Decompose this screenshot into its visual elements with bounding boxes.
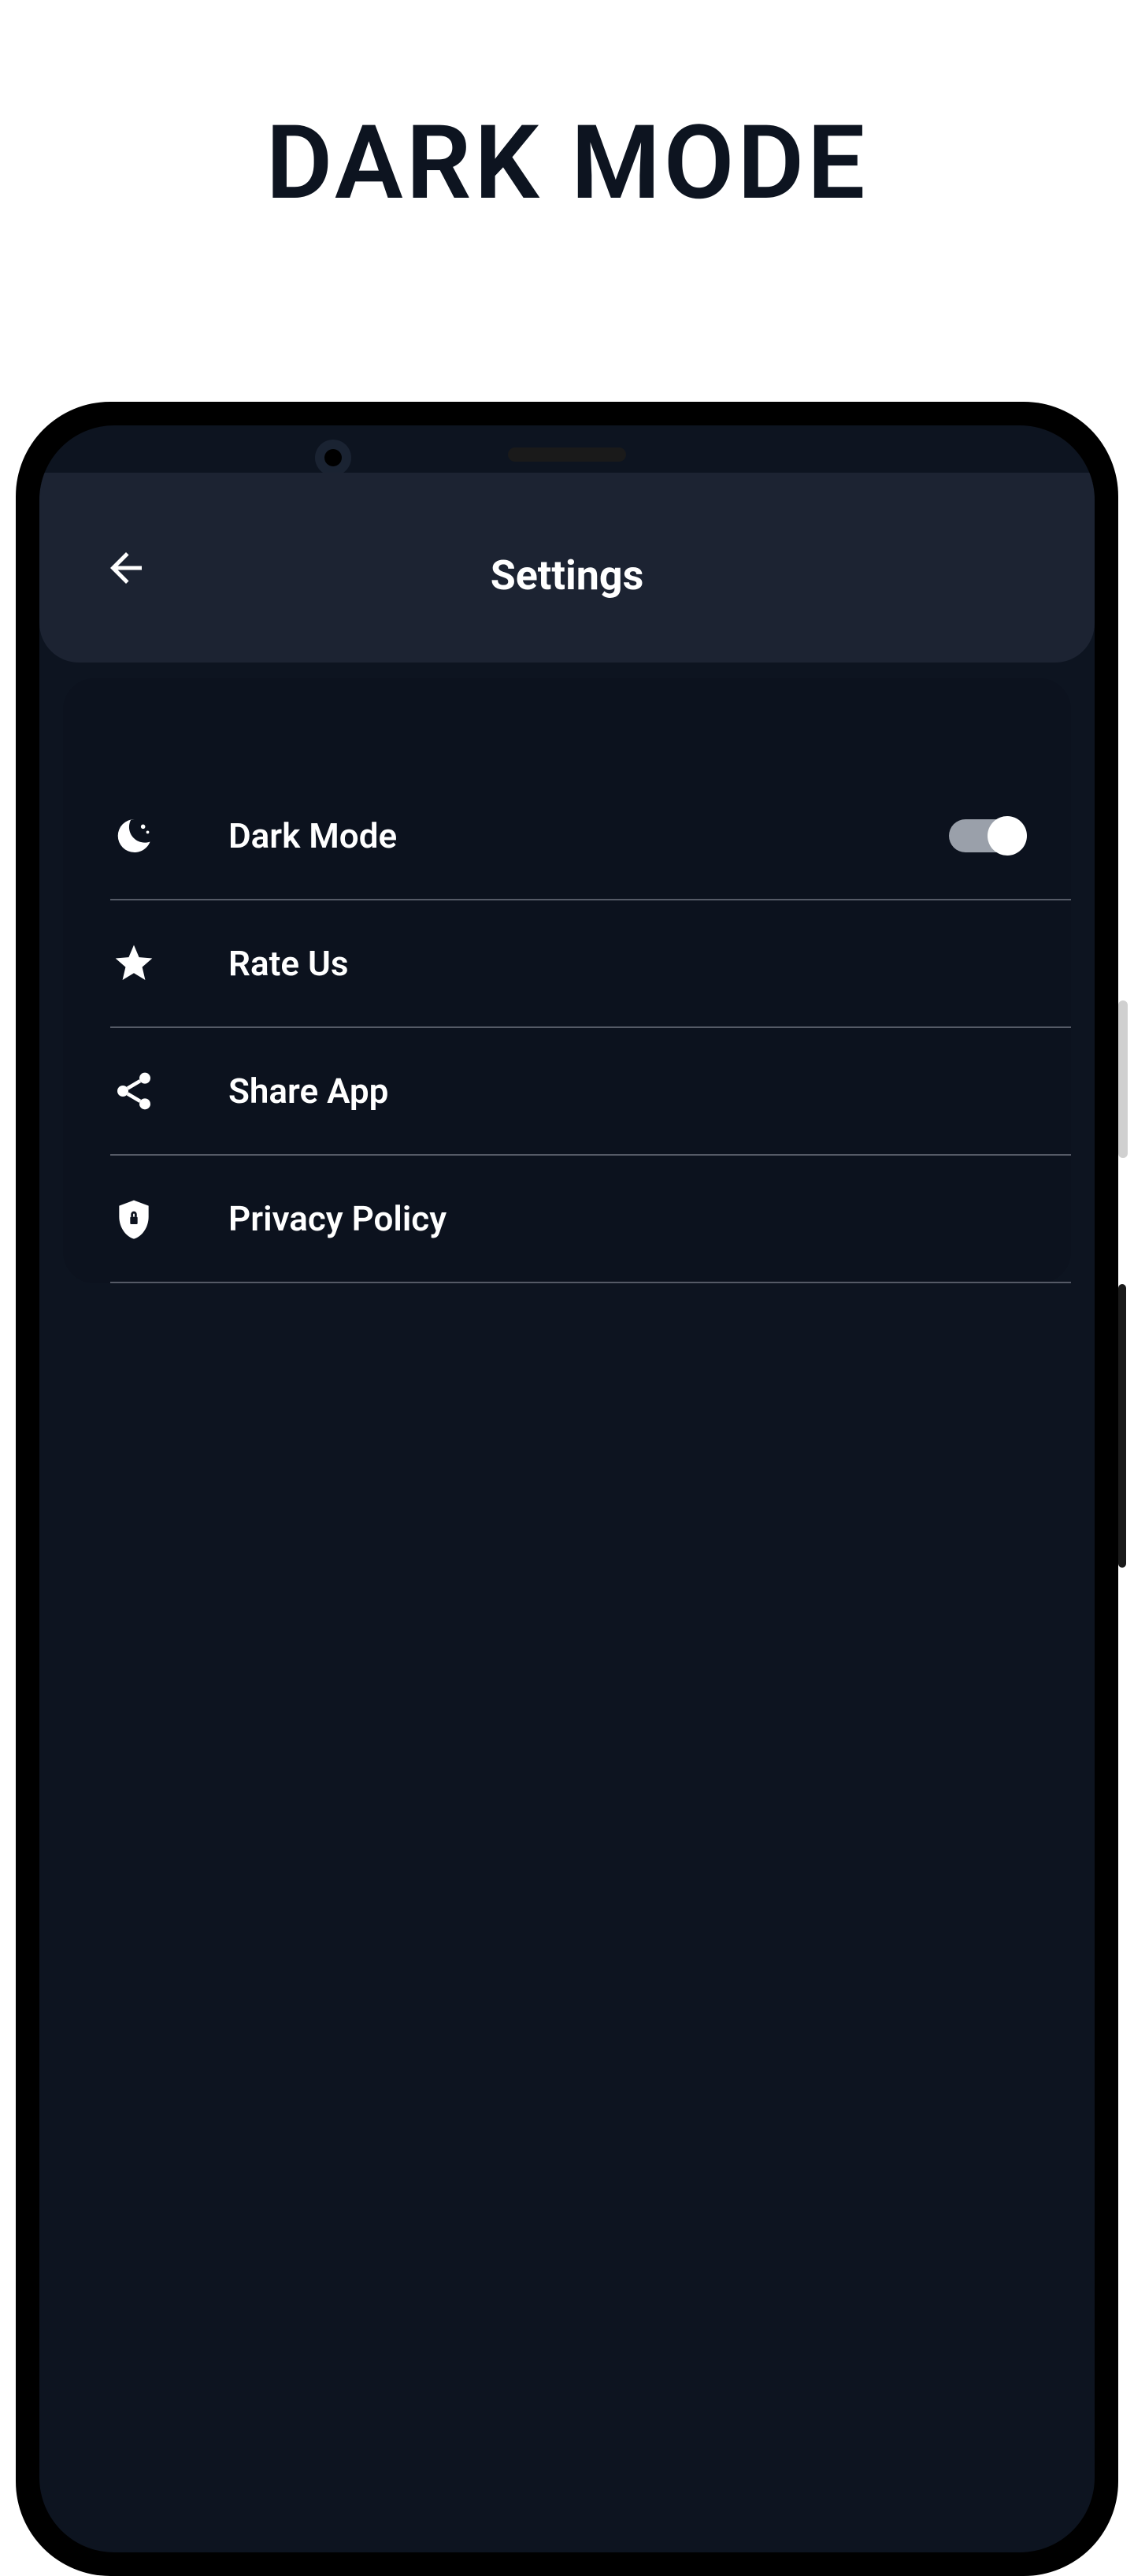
app-header: Settings bbox=[39, 473, 1095, 663]
settings-row-rate-us[interactable]: Rate Us bbox=[110, 900, 1071, 1028]
phone-side-button bbox=[1118, 1000, 1128, 1158]
row-label: Privacy Policy bbox=[228, 1198, 1024, 1239]
settings-card: Dark Mode Rate Us bbox=[63, 678, 1071, 1283]
share-icon bbox=[110, 1067, 158, 1115]
settings-row-dark-mode[interactable]: Dark Mode bbox=[110, 773, 1071, 900]
moon-icon bbox=[110, 812, 158, 859]
row-label: Dark Mode bbox=[228, 815, 949, 856]
settings-row-privacy-policy[interactable]: Privacy Policy bbox=[110, 1156, 1071, 1283]
header-title: Settings bbox=[79, 551, 1055, 599]
settings-row-share-app[interactable]: Share App bbox=[110, 1028, 1071, 1156]
phone-screen: Settings Dark Mode bbox=[39, 425, 1095, 2552]
row-label: Rate Us bbox=[228, 943, 1024, 984]
star-icon bbox=[110, 940, 158, 987]
arrow-left-icon bbox=[102, 540, 150, 596]
phone-power-button bbox=[1118, 1284, 1126, 1568]
back-button[interactable] bbox=[102, 544, 150, 592]
phone-notch bbox=[39, 425, 1095, 473]
shield-icon bbox=[110, 1195, 158, 1242]
toggle-knob bbox=[988, 816, 1027, 856]
promo-title: DARK MODE bbox=[0, 0, 1134, 270]
dark-mode-toggle[interactable] bbox=[949, 819, 1024, 852]
speaker-icon bbox=[508, 447, 626, 462]
camera-icon bbox=[315, 440, 351, 476]
phone-frame: Settings Dark Mode bbox=[16, 402, 1118, 2576]
row-label: Share App bbox=[228, 1071, 1024, 1112]
